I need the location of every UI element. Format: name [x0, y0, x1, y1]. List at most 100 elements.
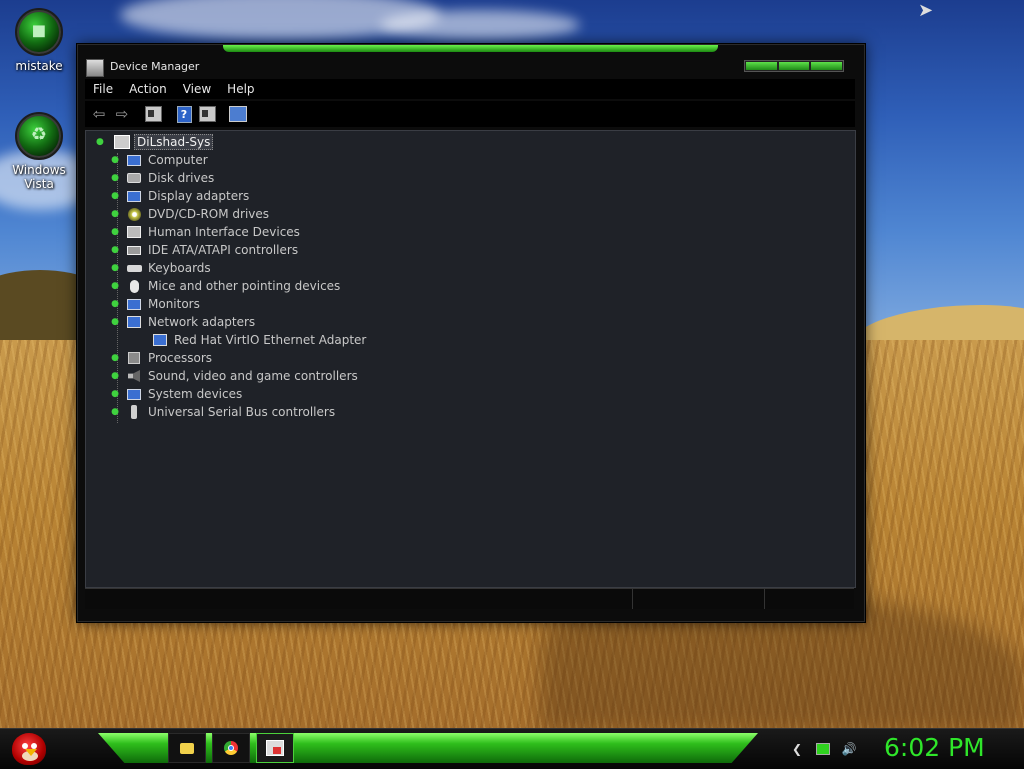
hid-icon: [126, 225, 142, 239]
expand-icon[interactable]: ●: [108, 299, 122, 309]
expand-icon[interactable]: ●: [108, 245, 122, 255]
expand-icon[interactable]: ●: [108, 227, 122, 237]
title-bar[interactable]: Device Manager: [78, 51, 864, 79]
tree-item-disk-drives[interactable]: ● Disk drives: [108, 169, 214, 187]
tree-item-label: Computer: [148, 153, 208, 167]
device-tree: ● DiLshad-Sys ● Computer ● Disk drives ●…: [86, 131, 855, 587]
monitor-icon: [126, 297, 142, 311]
status-bar: [85, 588, 854, 609]
desktop-icon-mistake[interactable]: ◼ mistake: [4, 8, 74, 73]
menu-help[interactable]: Help: [219, 82, 262, 96]
taskbar-device-manager-button[interactable]: [256, 733, 294, 763]
menu-bar: File Action View Help: [85, 79, 855, 99]
menu-file[interactable]: File: [85, 82, 121, 96]
cloud: [380, 10, 580, 40]
collapse-icon[interactable]: ●: [96, 137, 104, 147]
scan-hardware-button[interactable]: [228, 104, 248, 124]
chrome-icon: [224, 741, 238, 755]
window-title: Device Manager: [110, 60, 200, 73]
desktop-icon-windows-vista[interactable]: ♻ Windows Vista: [4, 112, 74, 191]
recycle-orb-icon: ◼: [15, 8, 63, 56]
tree-item-label: Universal Serial Bus controllers: [148, 405, 336, 419]
expand-icon[interactable]: ●: [108, 407, 122, 417]
menu-view[interactable]: View: [175, 82, 219, 96]
clock[interactable]: 6:02 PM: [884, 733, 985, 762]
properties-button[interactable]: [197, 104, 217, 124]
taskbar-chrome-button[interactable]: [212, 733, 250, 763]
angry-bird-start-icon: [12, 733, 46, 765]
recycle-bin-icon: ♻: [15, 112, 63, 160]
tree-item-monitors[interactable]: ● Monitors: [108, 295, 200, 313]
taskbar-explorer-button[interactable]: [168, 733, 206, 763]
help-button[interactable]: ?: [174, 104, 194, 124]
ide-controller-icon: [126, 243, 142, 257]
close-button[interactable]: [811, 62, 843, 70]
tree-item-display-adapters[interactable]: ● Display adapters: [108, 187, 249, 205]
tree-item-label: Monitors: [148, 297, 200, 311]
minimize-button[interactable]: [746, 62, 777, 70]
mouse-icon: [126, 279, 142, 293]
tree-item-label: Disk drives: [148, 171, 215, 185]
tree-item-mice[interactable]: ● Mice and other pointing devices: [108, 277, 340, 295]
show-hide-console-tree-button[interactable]: [143, 104, 163, 124]
tree-item-hid[interactable]: ● Human Interface Devices: [108, 223, 300, 241]
expand-icon[interactable]: ●: [108, 281, 122, 291]
tree-item-label: Network adapters: [148, 315, 256, 329]
tree-item-label: Processors: [148, 351, 213, 365]
processor-icon: [126, 351, 142, 365]
tree-item-processors[interactable]: ● Processors: [108, 349, 212, 367]
volume-icon[interactable]: 🔊: [842, 742, 857, 756]
expand-icon[interactable]: ●: [108, 371, 122, 381]
tree-item-label: Mice and other pointing devices: [148, 279, 341, 293]
tree-item-sound[interactable]: ● Sound, video and game controllers: [108, 367, 358, 385]
tree-item-system-devices[interactable]: ● System devices: [108, 385, 242, 403]
keyboard-icon: [126, 261, 142, 275]
expand-icon[interactable]: ●: [108, 389, 122, 399]
device-manager-icon: [266, 740, 284, 756]
tree-item-label: Sound, video and game controllers: [148, 369, 358, 383]
expand-icon[interactable]: ●: [108, 173, 122, 183]
tree-item-ethernet-adapter[interactable]: Red Hat VirtIO Ethernet Adapter: [132, 331, 366, 349]
collapse-icon[interactable]: ❮: [790, 742, 804, 756]
tree-item-label: Display adapters: [148, 189, 250, 203]
sound-icon: [126, 369, 142, 383]
network-icon[interactable]: [816, 742, 830, 756]
expand-icon[interactable]: ●: [108, 191, 122, 201]
tree-item-dvd-drives[interactable]: ● DVD/CD-ROM drives: [108, 205, 269, 223]
system-devices-icon: [126, 387, 142, 401]
tree-root[interactable]: ● DiLshad-Sys: [96, 133, 214, 151]
help-icon: ?: [176, 105, 192, 123]
tree-item-label: Keyboards: [148, 261, 211, 275]
menu-action[interactable]: Action: [121, 82, 175, 96]
tree-item-label: DVD/CD-ROM drives: [148, 207, 270, 221]
expand-icon[interactable]: ●: [108, 155, 122, 165]
tree-item-computer[interactable]: ● Computer: [108, 151, 208, 169]
device-tree-panel: ● DiLshad-Sys ● Computer ● Disk drives ●…: [85, 130, 856, 588]
console-tree-icon: [144, 106, 162, 122]
desktop-icon-label: mistake: [15, 59, 63, 73]
start-button[interactable]: [6, 729, 50, 769]
display-adapter-icon: [126, 189, 142, 203]
expand-icon[interactable]: ●: [108, 209, 122, 219]
window-controls: [744, 60, 844, 72]
device-manager-window: Device Manager File Action View Help ⇦ ⇨…: [77, 44, 865, 622]
tree-item-label: System devices: [148, 387, 243, 401]
status-segment: [633, 589, 765, 609]
maximize-button[interactable]: [778, 62, 810, 70]
expand-icon[interactable]: ●: [108, 263, 122, 273]
usb-icon: [126, 405, 142, 419]
back-arrow-icon[interactable]: ⇦: [89, 104, 109, 124]
collapse-icon[interactable]: ●: [108, 317, 122, 327]
tree-item-network-adapters[interactable]: ● Network adapters: [108, 313, 255, 331]
desktop-icon-label: Windows Vista: [12, 163, 66, 191]
scan-hardware-icon: [229, 106, 247, 122]
forward-arrow-icon[interactable]: ⇨: [112, 104, 132, 124]
folder-icon: [180, 742, 194, 754]
pointer-icon: ➤: [918, 0, 934, 21]
tree-item-ide-controllers[interactable]: ● IDE ATA/ATAPI controllers: [108, 241, 298, 259]
expand-icon[interactable]: ●: [108, 353, 122, 363]
ethernet-adapter-icon: [152, 333, 168, 347]
taskbar: ❮ 🔊 6:02 PM: [0, 728, 1024, 769]
tree-item-keyboards[interactable]: ● Keyboards: [108, 259, 211, 277]
tree-item-usb-controllers[interactable]: ● Universal Serial Bus controllers: [108, 403, 335, 421]
